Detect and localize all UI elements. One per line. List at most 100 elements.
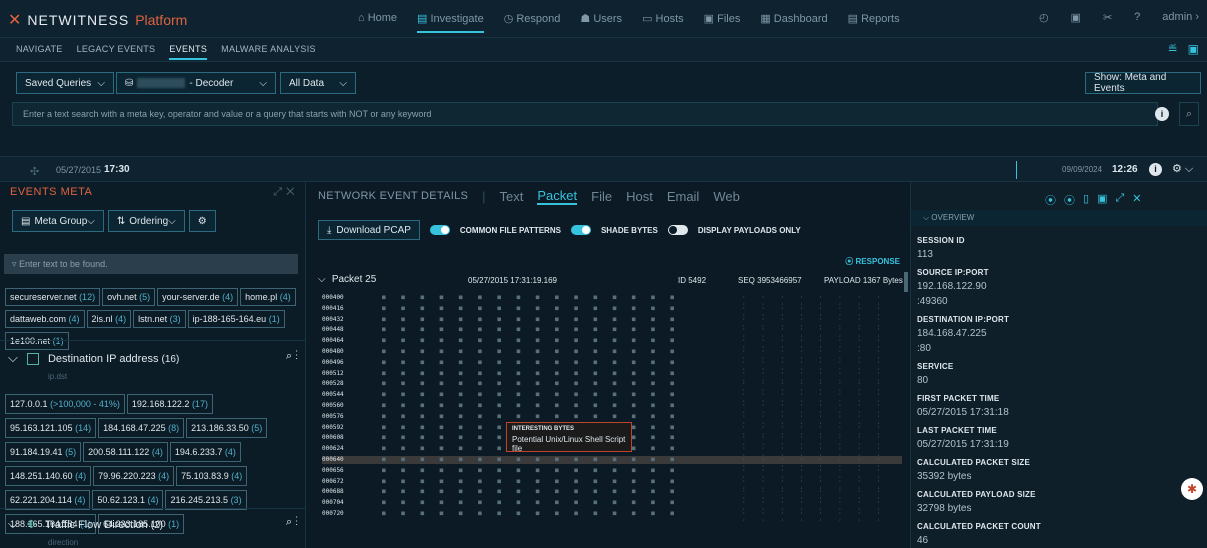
tab-host[interactable]: Host (626, 189, 653, 204)
nav-investigate[interactable]: ▤ Investigate (417, 12, 484, 33)
overview-header[interactable]: ⌵ OVERVIEW (911, 210, 1207, 226)
domain-chip[interactable]: lstn.net (3) (133, 310, 186, 328)
expand-icon[interactable]: ⤢ (1115, 192, 1124, 208)
info-icon[interactable]: i (1155, 107, 1169, 121)
nav-users[interactable]: ☗ Users (580, 12, 622, 33)
hex-row[interactable]: 000528 ■ ■ ■ ■ ■ ■ ■ ■ ■ ■ ■ ■ ■ ■ ■ ■ · ·… (322, 380, 902, 394)
payloads-only-toggle[interactable] (667, 225, 688, 235)
timer-icon[interactable]: ◴ (1039, 11, 1049, 24)
hex-row[interactable]: 000544 ■ ■ ■ ■ ■ ■ ■ ■ ■ ■ ■ ■ ■ ■ ■ ■ · ·… (322, 391, 902, 405)
start-time[interactable]: 17:30 (104, 164, 130, 175)
help-icon[interactable]: ? (1134, 11, 1140, 24)
common-file-patterns-toggle[interactable] (429, 225, 450, 235)
dest-ip-chip[interactable]: 192.168.122.2 (17) (126, 394, 213, 414)
dest-ip-chip[interactable]: 95.163.121.105 (14) (5, 418, 97, 438)
hex-row[interactable]: 000512 ■ ■ ■ ■ ■ ■ ■ ■ ■ ■ ■ ■ ■ ■ ■ ■ · ·… (322, 370, 902, 384)
subnav-events[interactable]: EVENTS (169, 44, 208, 60)
dest-ip-chip[interactable]: 213.186.33.50 (5) (186, 418, 268, 438)
netwitness-assistant-icon[interactable]: ✱ (1181, 478, 1203, 500)
nav-hosts[interactable]: ▭ Hosts (642, 12, 684, 33)
hex-row[interactable]: 000704 ■ ■ ■ ■ ■ ■ ■ ■ ■ ■ ■ ■ ■ ■ ■ ■ · ·… (322, 499, 902, 513)
dest-ip-chip[interactable]: 127.0.0.1 (>100,000 - 41%) (5, 394, 125, 414)
nav-respond[interactable]: ◷ Respond (504, 12, 561, 33)
tab-packet[interactable]: Packet (537, 188, 578, 205)
show-dropdown[interactable]: Show: Meta and Events (1085, 72, 1201, 94)
hex-row[interactable]: 000432 ■ ■ ■ ■ ■ ■ ■ ■ ■ ■ ■ ■ ■ ■ ■ ■ · ·… (322, 316, 902, 330)
tab-email[interactable]: Email (667, 189, 700, 204)
collapse-icon[interactable]: ▣ (1097, 192, 1107, 208)
hex-row[interactable]: 000576 ■ ■ ■ ■ ■ ■ ■ ■ ■ ■ ■ ■ ■ ■ ■ ■ · ·… (322, 413, 902, 427)
search-icon[interactable]: ⌕ ⋮ (286, 516, 298, 529)
hex-row[interactable]: 000416 ■ ■ ■ ■ ■ ■ ■ ■ ■ ■ ■ ■ ■ ■ ■ ■ · ·… (322, 305, 902, 319)
nav-dashboard[interactable]: ▦ Dashboard (760, 12, 827, 33)
saved-queries-dropdown[interactable]: Saved Queries ⌵ (16, 72, 114, 94)
download-pcap-button[interactable]: ⤓ Download PCAP (318, 220, 420, 240)
scrollbar[interactable] (904, 272, 908, 292)
meta-filter-input[interactable]: ▿ Enter text to be found. (4, 254, 298, 274)
hex-row[interactable]: 000464 ■ ■ ■ ■ ■ ■ ■ ■ ■ ■ ■ ■ ■ ■ ■ ■ · ·… (322, 337, 902, 351)
search-icon[interactable]: ⌕ ⋮ (286, 350, 298, 363)
subnav-navigate[interactable]: NAVIGATE (16, 44, 63, 60)
doc-icon[interactable]: ▣ (1188, 42, 1199, 56)
layout-icon[interactable]: ▯ (1083, 192, 1089, 208)
domain-chip[interactable]: secureserver.net (12) (5, 288, 101, 306)
notes-icon[interactable]: ▣ (1071, 11, 1081, 24)
domain-chip[interactable]: home.pl (4) (240, 288, 296, 306)
hex-row[interactable]: 000560 ■ ■ ■ ■ ■ ■ ■ ■ ■ ■ ■ ■ ■ ■ ■ ■ · ·… (322, 402, 902, 416)
traffic-direction-section[interactable]: ⌵ ✣ Traffic Flow Direction (2) ⌕ ⋮ direc… (8, 516, 298, 547)
nav-files[interactable]: ▣ Files (704, 12, 741, 33)
hex-row[interactable]: 000400 ■ ■ ■ ■ ■ ■ ■ ■ ■ ■ ■ ■ ■ ■ ■ ■ · ·… (322, 294, 902, 308)
dest-ip-section[interactable]: ⌵ Destination IP address (16) ⌕ ⋮ ip.dst (8, 350, 298, 381)
tools-icon[interactable]: ✂ (1103, 11, 1112, 24)
dest-ip-chip[interactable]: 148.251.140.60 (4) (5, 466, 92, 486)
query-input[interactable]: Enter a text search with a meta key, ope… (12, 102, 1158, 126)
dest-ip-chip[interactable]: 200.58.111.122 (4) (83, 442, 168, 462)
hex-row[interactable]: 000640 ■ ■ ■ ■ ■ ■ ■ ■ ■ ■ ■ ■ ■ ■ ■ ■ · ·… (322, 456, 902, 470)
hex-row[interactable]: 000496 ■ ■ ■ ■ ■ ■ ■ ■ ■ ■ ■ ■ ■ ■ ■ ■ · ·… (322, 359, 902, 373)
hex-row[interactable]: 000688 ■ ■ ■ ■ ■ ■ ■ ■ ■ ■ ■ ■ ■ ■ ■ ■ · ·… (322, 488, 902, 502)
domain-chip[interactable]: 1e100.net (1) (5, 332, 69, 350)
hex-row[interactable]: 000672 ■ ■ ■ ■ ■ ■ ■ ■ ■ ■ ■ ■ ■ ■ ■ ■ · ·… (322, 478, 902, 492)
close-icon[interactable]: ✕ (1132, 192, 1141, 208)
service-dropdown[interactable]: ⛁ - Decoder ⌵ (116, 72, 276, 94)
domain-chip[interactable]: ovh.net (5) (102, 288, 156, 306)
info-icon[interactable]: i (1149, 163, 1162, 176)
dest-ip-chip[interactable]: 50.62.123.1 (4) (92, 490, 164, 510)
shade-bytes-toggle[interactable] (570, 225, 591, 235)
tab-web[interactable]: Web (713, 189, 740, 204)
domain-chip[interactable]: your-server.de (4) (157, 288, 239, 306)
domain-chip[interactable]: 2is.nl (4) (86, 310, 132, 328)
settings-icon[interactable]: ⚙ (188, 210, 216, 232)
nav-reports[interactable]: ▤ Reports (848, 12, 900, 33)
tab-text[interactable]: Text (500, 189, 524, 204)
end-date[interactable]: 09/09/2024 (1062, 165, 1102, 174)
start-date[interactable]: 05/27/2015 (56, 165, 101, 175)
hex-row[interactable]: 000720 ■ ■ ■ ■ ■ ■ ■ ■ ■ ■ ■ ■ ■ ■ ■ ■ · ·… (322, 510, 902, 524)
data-scope-dropdown[interactable]: All Data ⌵ (280, 72, 356, 94)
dest-ip-chip[interactable]: 91.184.19.41 (5) (5, 442, 82, 462)
target-icon[interactable]: ⦿ (1064, 192, 1075, 208)
chart-icon[interactable]: ≝ (1168, 42, 1178, 56)
tab-file[interactable]: File (591, 189, 612, 204)
settings-icon[interactable]: ⚙ ⌵ (1172, 162, 1193, 176)
meta-group-dropdown[interactable]: ▤ Meta Group ⌵ (12, 210, 104, 232)
target-icon[interactable]: ⦿ (1045, 192, 1056, 208)
dest-ip-chip[interactable]: 184.168.47.225 (8) (98, 418, 185, 438)
domain-chip[interactable]: ip-188-165-164.eu (1) (187, 310, 285, 328)
dest-ip-chip[interactable]: 194.6.233.7 (4) (169, 442, 241, 462)
subnav-legacy-events[interactable]: LEGACY EVENTS (77, 44, 156, 60)
end-time[interactable]: 12:26 (1112, 164, 1138, 175)
logo[interactable]: ✕ NETWITNESS Platform (8, 10, 187, 29)
hex-row[interactable]: 000656 ■ ■ ■ ■ ■ ■ ■ ■ ■ ■ ■ ■ ■ ■ ■ ■ · ·… (322, 467, 902, 481)
move-icon[interactable]: ✣ (30, 165, 39, 178)
domain-chip[interactable]: dattaweb.com (4) (5, 310, 85, 328)
hex-row[interactable]: 000448 ■ ■ ■ ■ ■ ■ ■ ■ ■ ■ ■ ■ ■ ■ ■ ■ · ·… (322, 326, 902, 340)
dest-ip-chip[interactable]: 62.221.204.114 (4) (5, 490, 91, 510)
dest-ip-chip[interactable]: 75.103.83.9 (4) (176, 466, 248, 486)
subnav-malware-analysis[interactable]: MALWARE ANALYSIS (221, 44, 316, 60)
dest-ip-chip[interactable]: 216.245.213.5 (3) (165, 490, 247, 510)
packet-header[interactable]: ⌵ Packet 25 05/27/2015 17:31:19.169 ID 5… (318, 274, 904, 285)
nav-home[interactable]: ⌂ Home (358, 12, 397, 33)
user-menu[interactable]: admin › (1162, 11, 1199, 24)
ordering-dropdown[interactable]: ⇅ Ordering ⌵ (107, 210, 185, 232)
